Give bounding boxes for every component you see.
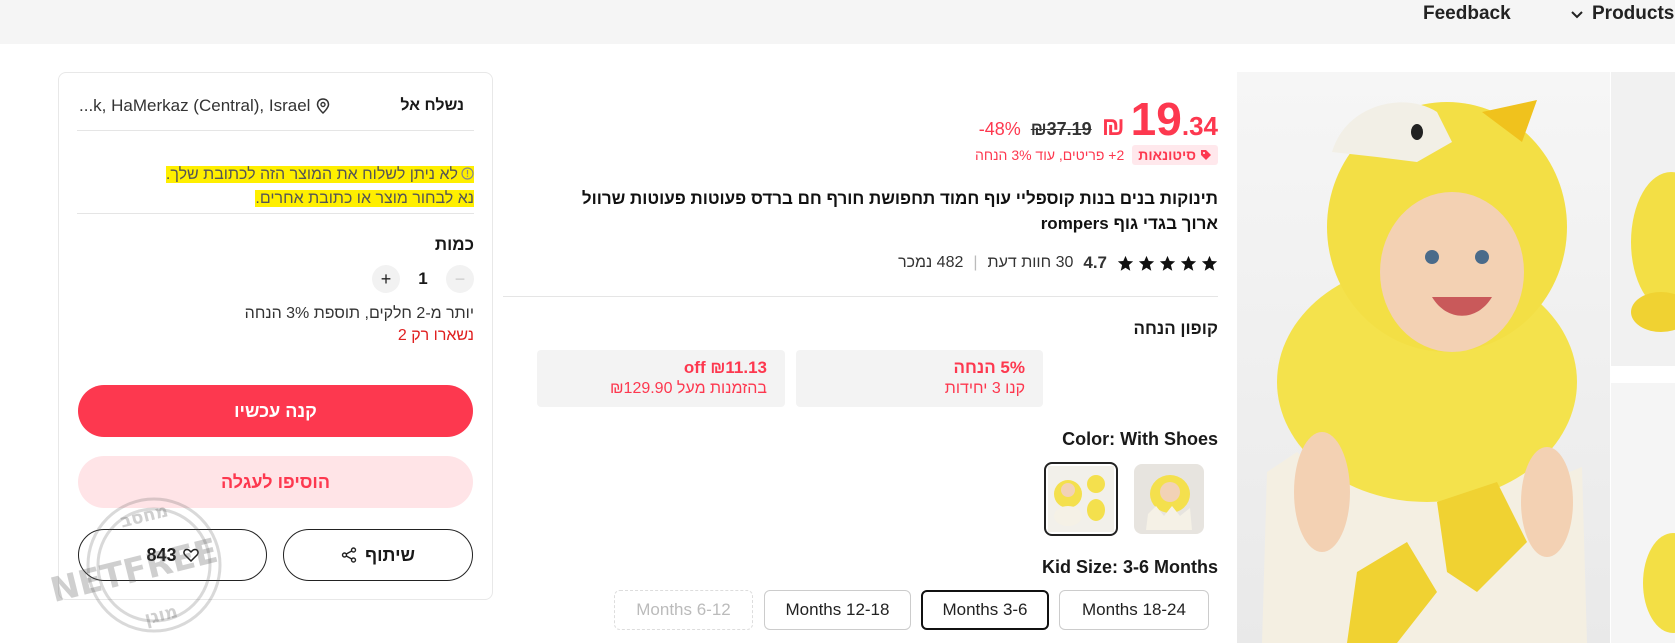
coupon-condition: בהזמנות מעל ₪129.90 xyxy=(609,380,767,397)
ship-to-label: נשלח אל xyxy=(400,97,464,114)
watermark-bottom-text: מוגן xyxy=(142,601,180,629)
product-thumbnail[interactable] xyxy=(1611,72,1675,366)
tag-icon xyxy=(1201,150,1211,160)
coupon-amount: 5% הנחה xyxy=(953,358,1025,377)
share-button[interactable]: שיתוף xyxy=(283,529,473,581)
info-icon xyxy=(461,167,474,180)
baby-chick-costume-image xyxy=(1237,72,1610,643)
feedback-link[interactable]: Feedback xyxy=(1423,3,1511,25)
size-option-6-12-disabled: Months 6-12 xyxy=(614,590,753,630)
star-half-icon xyxy=(1117,255,1134,271)
warning-line-1: לא ניתן לשלוח את המוצר הזה לכתובת שלך. xyxy=(165,166,474,183)
color-swatch-with-shoes[interactable] xyxy=(1044,462,1118,536)
decrease-button[interactable]: − xyxy=(446,265,474,293)
star-icon xyxy=(1138,255,1155,271)
top-navigation-bar: Feedback Products xyxy=(0,0,1675,44)
coupon-title: קופון הנחה xyxy=(1133,319,1218,338)
size-option-12-18[interactable]: Months 12-18 xyxy=(764,590,911,630)
size-option-3-6-selected[interactable]: Months 3-6 xyxy=(921,590,1049,630)
heart-icon xyxy=(182,548,199,562)
discount-percent: -48% xyxy=(978,119,1021,139)
color-swatch-alt[interactable] xyxy=(1134,464,1204,534)
products-menu[interactable]: Products xyxy=(1570,3,1674,25)
buy-now-button[interactable]: קנה עכשיו xyxy=(78,385,473,437)
current-price: ₪ 19 .34 xyxy=(1102,92,1218,146)
divider xyxy=(77,213,474,214)
color-label: Color: With Shoes xyxy=(1062,429,1218,449)
share-label: שיתוף xyxy=(364,544,416,565)
wishlist-count: 843 xyxy=(146,544,177,565)
swatch-image xyxy=(1048,466,1114,532)
purchase-panel: נשלח אל ...k, HaMerkaz (Central), Israel… xyxy=(58,72,493,600)
ship-to-row[interactable]: נשלח אל ...k, HaMerkaz (Central), Israel xyxy=(79,91,464,121)
star-icon xyxy=(1159,255,1176,271)
coupon-condition: קנו 3 יחידות xyxy=(944,380,1025,397)
thumbnail-image xyxy=(1611,72,1675,366)
rating-score: 4.7 xyxy=(1083,253,1107,272)
star-rating[interactable] xyxy=(1117,255,1218,272)
price-cents: .34 xyxy=(1181,111,1218,141)
wholesale-badge: סיטונאות xyxy=(1132,145,1218,165)
sold-count: 482 נמכר xyxy=(898,254,964,271)
divider xyxy=(77,130,474,131)
separator: | xyxy=(973,254,978,271)
increase-button[interactable]: + xyxy=(372,265,400,293)
main-product-image[interactable] xyxy=(1237,72,1610,643)
product-thumbnail[interactable] xyxy=(1611,383,1675,643)
thumbnail-image xyxy=(1611,383,1675,643)
coupon-card[interactable]: ₪11.13 off בהזמנות מעל ₪129.90 xyxy=(537,350,785,407)
quantity-stepper: − 1 + xyxy=(372,265,474,293)
products-label: Products xyxy=(1592,3,1675,24)
address-text: ...k, HaMerkaz (Central), Israel xyxy=(79,96,311,115)
size-option-18-24[interactable]: Months 18-24 xyxy=(1059,590,1209,630)
warning-line-2: נא לבחור מוצר או כתובת אחרים. xyxy=(255,190,474,207)
shipping-warning: לא ניתן לשלוח את המוצר הזה לכתובת שלך. נ… xyxy=(124,163,474,211)
price-currency: ₪ xyxy=(1101,111,1125,141)
share-icon xyxy=(341,547,357,563)
review-count[interactable]: 30 חוות דעת xyxy=(988,254,1074,272)
chevron-down-icon xyxy=(1571,11,1583,19)
original-price: ₪37.19 xyxy=(1030,119,1092,139)
size-label: Kid Size: 3-6 Months xyxy=(1041,557,1218,577)
bulk-discount-note: יותר מ-2 חלקים, תוספת 3% הנחה xyxy=(244,305,474,322)
wishlist-button[interactable]: 843 xyxy=(78,529,267,581)
divider xyxy=(503,296,1218,297)
ship-to-address[interactable]: ...k, HaMerkaz (Central), Israel xyxy=(79,96,330,116)
price-row: -48% ₪37.19 ₪ 19 .34 xyxy=(979,92,1218,146)
product-title: תינוקות בנים בנות קוספליי עוף חמוד תחפוש… xyxy=(581,189,1218,233)
coupon-card[interactable]: 5% הנחה קנו 3 יחידות xyxy=(796,350,1043,407)
star-icon xyxy=(1201,255,1218,271)
wholesale-promo-text: 2+ פריטים, עוד 3% הנחה xyxy=(975,147,1125,163)
location-pin-icon xyxy=(317,98,330,114)
stock-note: נשארו רק 2 xyxy=(397,327,474,344)
warning-text-1: לא ניתן לשלוח את המוצר הזה לכתובת שלך. xyxy=(165,166,458,183)
star-icon xyxy=(1180,255,1197,271)
price-integer: 19 xyxy=(1130,93,1182,145)
coupon-amount: ₪11.13 off xyxy=(683,358,767,377)
quantity-label: כמות xyxy=(434,235,474,254)
rating-row: 4.7 30 חוות דעת | 482 נמכר xyxy=(898,253,1218,273)
wholesale-promo: סיטונאות 2+ פריטים, עוד 3% הנחה xyxy=(975,145,1218,165)
swatch-image xyxy=(1134,464,1204,534)
quantity-value[interactable]: 1 xyxy=(412,269,434,289)
add-to-cart-button[interactable]: הוסיפו לעגלה xyxy=(78,456,473,508)
wholesale-badge-text: סיטונאות xyxy=(1138,147,1196,163)
